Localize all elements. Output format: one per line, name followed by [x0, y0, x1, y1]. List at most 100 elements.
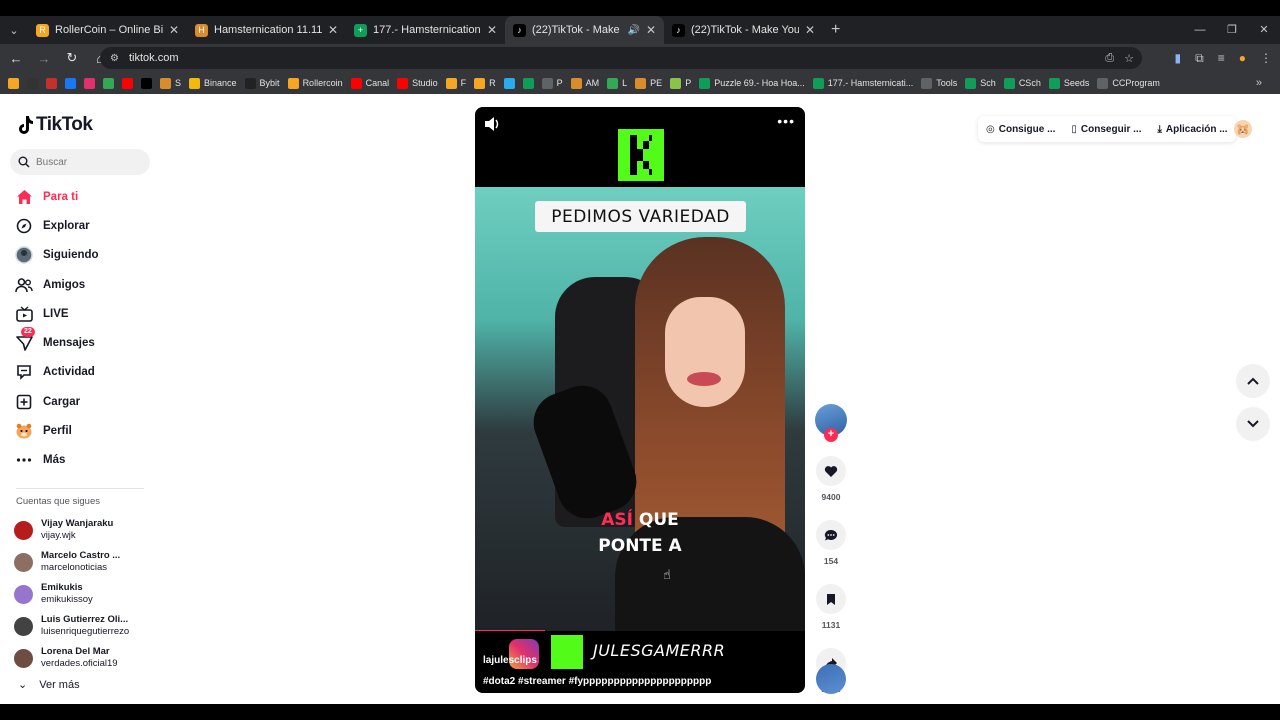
- bookmark-item[interactable]: R: [474, 77, 496, 89]
- bookmark-item[interactable]: Puzzle 69.- Hoa Hoa...: [699, 77, 805, 89]
- nav-item-mensajes[interactable]: 22 Mensajes: [14, 327, 154, 357]
- bookmark-item[interactable]: [65, 77, 76, 89]
- bookmark-item[interactable]: Seeds: [1048, 77, 1089, 89]
- nav-item-amigos[interactable]: Amigos: [14, 270, 154, 299]
- search-box[interactable]: [10, 149, 150, 175]
- tab-close-icon[interactable]: ✕: [646, 23, 656, 37]
- followed-account[interactable]: Lorena Del Mar verdades.oficial19: [14, 642, 159, 674]
- minimize-icon[interactable]: —: [1184, 16, 1216, 44]
- bookmark-item[interactable]: [27, 77, 38, 89]
- nav-item-cargar[interactable]: Cargar: [14, 387, 154, 416]
- bookmark-item[interactable]: [103, 77, 114, 89]
- video-hashtags[interactable]: #dota2 #streamer #fypppppppppppppppppppp…: [483, 676, 711, 687]
- tab-search-chevron-icon[interactable]: ⌄: [0, 16, 28, 44]
- bookmark-item[interactable]: Bybit: [244, 77, 280, 89]
- bookmark-star-icon[interactable]: ☆: [1124, 52, 1134, 65]
- bookmarks-overflow-icon[interactable]: »: [1256, 72, 1262, 94]
- bookmark-favicon-icon: [27, 77, 38, 89]
- video-more-options-icon[interactable]: •••: [777, 113, 795, 129]
- nav-item-más[interactable]: Más: [14, 446, 154, 475]
- bookmark-item[interactable]: Sch: [965, 77, 996, 89]
- speaker-icon[interactable]: 🔊: [627, 25, 639, 36]
- tab-close-icon[interactable]: ✕: [328, 23, 338, 37]
- bookmark-item[interactable]: [46, 77, 57, 89]
- bookmark-item[interactable]: AM: [570, 77, 599, 89]
- followed-account[interactable]: Vijay Wanjaraku vijay.wjk: [14, 514, 159, 546]
- extension-icon[interactable]: ▮: [1175, 51, 1182, 65]
- bookmark-item[interactable]: 177.- Hamsternicati...: [812, 77, 913, 89]
- followed-account[interactable]: Marcelo Castro ... marcelonoticias: [14, 546, 159, 578]
- nav-item-label: Perfil: [43, 425, 72, 438]
- see-more-button[interactable]: ⌄ Ver más: [18, 678, 80, 692]
- browser-tab[interactable]: ♪ (22)TikTok - Make Your Day 🔊 ✕: [505, 16, 664, 44]
- bookmark-item[interactable]: L: [607, 77, 627, 89]
- profile-hamster-icon[interactable]: ●: [1239, 51, 1246, 65]
- bookmark-item[interactable]: F: [445, 77, 466, 89]
- address-bar[interactable]: ⚙ tiktok.com ⎙ ☆: [100, 47, 1142, 69]
- video-author-username[interactable]: lajulesclips: [483, 655, 537, 666]
- volume-icon[interactable]: [483, 115, 503, 133]
- search-input[interactable]: [36, 156, 136, 168]
- profile-avatar-icon[interactable]: 🐹: [1234, 120, 1252, 138]
- forward-button[interactable]: →: [32, 46, 56, 70]
- site-info-icon[interactable]: ⚙: [110, 53, 119, 64]
- bookmark-item[interactable]: [522, 77, 534, 89]
- nav-item-para-ti[interactable]: Para ti: [14, 182, 154, 211]
- media-control-icon[interactable]: ≡: [1218, 51, 1225, 65]
- follow-plus-icon[interactable]: +: [824, 428, 838, 442]
- comment-icon: [824, 529, 838, 540]
- browser-tab[interactable]: +177.- Hamsternication - Hojas d ✕: [346, 16, 505, 44]
- get-coins-button[interactable]: ◎ Consigue ...: [986, 124, 1055, 135]
- browser-menu-icon[interactable]: ⋮: [1260, 51, 1272, 65]
- bookmark-item[interactable]: Canal: [350, 77, 389, 89]
- reload-button[interactable]: ↻: [60, 46, 84, 70]
- tab-close-icon[interactable]: ✕: [169, 23, 179, 37]
- nav-item-actividad[interactable]: Actividad: [14, 358, 154, 387]
- bookmark-item[interactable]: Tools: [921, 77, 957, 89]
- main-nav: Para ti Explorar Siguiendo Amigos LIVE 22 Mens…: [14, 182, 154, 475]
- install-app-icon[interactable]: ⎙: [1105, 52, 1114, 65]
- close-window-icon[interactable]: ✕: [1248, 16, 1280, 44]
- nav-item-siguiendo[interactable]: Siguiendo: [14, 241, 154, 270]
- next-video-button[interactable]: [1236, 407, 1270, 441]
- new-tab-button[interactable]: +: [831, 21, 840, 39]
- nav-item-live[interactable]: LIVE: [14, 299, 154, 328]
- bookmark-item[interactable]: Rollercoin: [287, 77, 343, 89]
- account-text: Luis Gutierrez Oli... luisenriquegutierre…: [41, 614, 129, 638]
- browser-tab[interactable]: R RollerCoin – Online Bitcoin Mini ✕: [28, 16, 187, 44]
- bookmark-item[interactable]: S: [160, 77, 181, 89]
- nav-item-explorar[interactable]: Explorar: [14, 211, 154, 240]
- previous-video-button[interactable]: [1236, 364, 1270, 398]
- tab-close-icon[interactable]: ✕: [487, 23, 497, 37]
- bookmark-item[interactable]: PE: [635, 77, 662, 89]
- bookmark-item[interactable]: CSch: [1003, 77, 1041, 89]
- extensions-puzzle-icon[interactable]: ⧉: [1195, 51, 1204, 66]
- back-button[interactable]: ←: [4, 46, 28, 70]
- browser-tab[interactable]: H Hamsternication 11.11: Enter Th ✕: [187, 16, 346, 44]
- bookmark-item[interactable]: Binance: [189, 77, 237, 89]
- bookmark-item[interactable]: [8, 77, 19, 89]
- bookmark-item[interactable]: [141, 77, 152, 89]
- get-app-button[interactable]: ▯ Conseguir ...: [1071, 124, 1141, 135]
- restore-icon[interactable]: ❐: [1216, 16, 1248, 44]
- nav-item-perfil[interactable]: Perfil: [14, 416, 154, 445]
- save-button[interactable]: [816, 584, 846, 614]
- bookmark-item[interactable]: P: [670, 77, 691, 89]
- bookmark-item[interactable]: Studio: [397, 77, 438, 89]
- browser-tab[interactable]: ♪ (22)TikTok - Make Your Day ✕: [664, 16, 823, 44]
- author-avatar[interactable]: +: [815, 404, 847, 442]
- bookmark-item[interactable]: [84, 77, 95, 89]
- bookmark-item[interactable]: [122, 77, 133, 89]
- bookmark-item[interactable]: CCProgram: [1097, 77, 1160, 89]
- bookmark-item[interactable]: [503, 77, 515, 89]
- bookmark-item[interactable]: P: [541, 77, 563, 89]
- tiktok-logo[interactable]: TikTok: [16, 114, 93, 136]
- followed-account[interactable]: Emikukis emikukissoy: [14, 578, 159, 610]
- tab-close-icon[interactable]: ✕: [805, 23, 815, 37]
- comment-button[interactable]: [816, 520, 846, 550]
- followed-account[interactable]: Luis Gutierrez Oli... luisenriquegutierre…: [14, 610, 159, 642]
- desktop-app-button[interactable]: ⤓ Aplicación ...: [1157, 124, 1227, 135]
- video-player[interactable]: ••• PEDIMOS VARIEDAD ASÍ QUE PONTE A ☝ J…: [475, 107, 805, 693]
- like-button[interactable]: [816, 456, 846, 486]
- music-disc-avatar[interactable]: [816, 664, 846, 694]
